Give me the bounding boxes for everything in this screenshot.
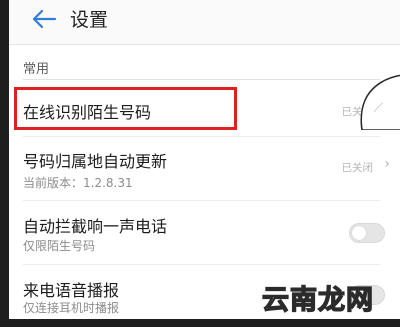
watermark-text: 云南龙网 <box>261 284 374 316</box>
setting-title: 号码归属地自动更新 <box>23 152 168 171</box>
device-edge-bottom <box>0 319 400 327</box>
setting-subtitle: 当前版本：1.2.8.31 <box>23 176 133 190</box>
back-arrow-icon[interactable] <box>31 8 57 30</box>
setting-subtitle: 仅限陌生号码 <box>23 239 96 253</box>
finger-pointer-icon <box>360 74 400 130</box>
chevron-right-icon: › <box>384 156 390 172</box>
setting-status: 已关闭 <box>341 162 374 174</box>
setting-subtitle: 仅连接耳机时播报 <box>23 301 120 315</box>
toggle-knob <box>352 226 366 240</box>
setting-title: 自动拦截响一声电话 <box>23 217 168 236</box>
section-label: 常用 <box>23 62 50 77</box>
page-title: 设置 <box>70 9 109 31</box>
toggle-switch[interactable] <box>349 223 385 243</box>
setting-location-update[interactable]: 号码归属地自动更新 当前版本：1.2.8.31 已关闭 › <box>9 137 400 199</box>
watermark-logo: 云南龙网 <box>261 278 396 316</box>
setting-title: 来电语音播报 <box>23 281 120 300</box>
highlight-box <box>14 87 237 130</box>
app-bar: 设置 <box>9 0 400 45</box>
setting-block-ring-once[interactable]: 自动拦截响一声电话 仅限陌生号码 <box>9 201 400 263</box>
device-edge-left <box>0 0 9 327</box>
